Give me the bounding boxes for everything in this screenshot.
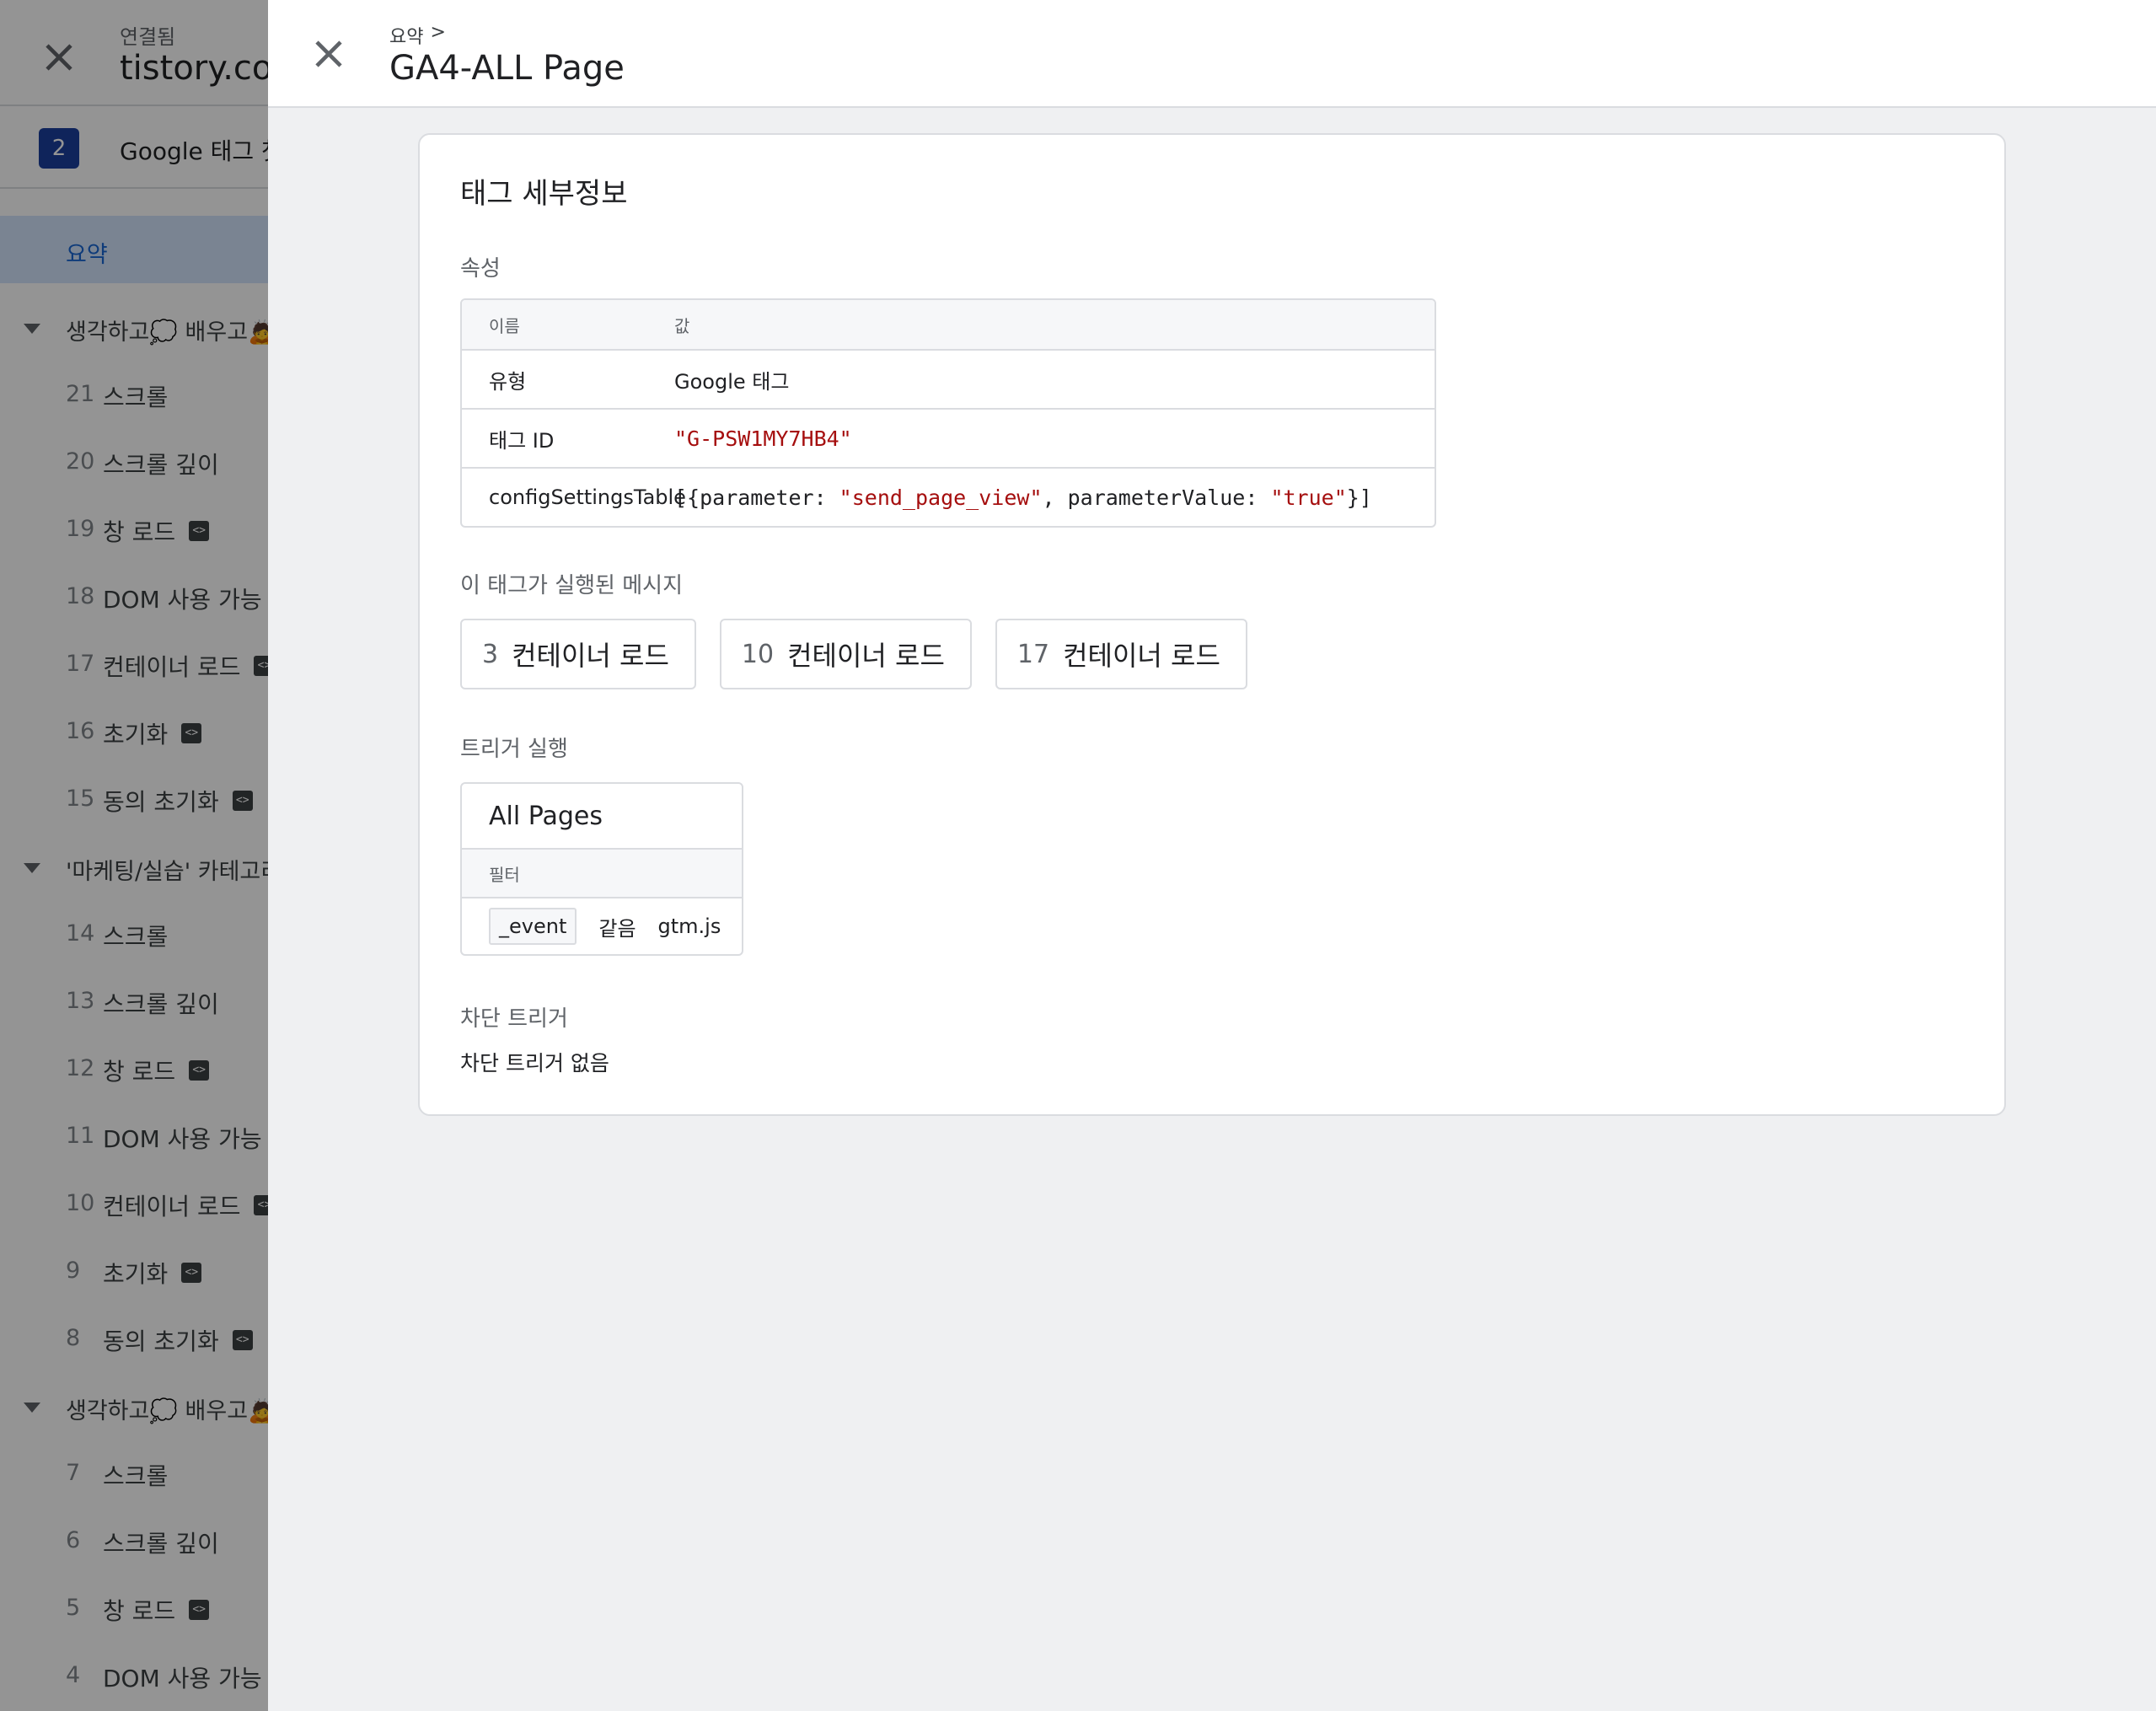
properties-label: 속성 [460, 256, 501, 282]
breadcrumb-summary-link[interactable]: 요약 [389, 22, 423, 49]
message-number: 17 [1016, 639, 1050, 669]
table-row: 유형 Google 태그 [462, 349, 1435, 408]
message-chip[interactable]: 10 컨테이너 로드 [719, 619, 972, 689]
trigger-card[interactable]: All Pages 필터 _event 같음 gtm.js [460, 782, 743, 956]
table-row: configSettingsTable [{parameter: "send_p… [462, 467, 1435, 526]
code-token: }] [1346, 485, 1372, 510]
breadcrumb-separator: > [430, 22, 446, 43]
filter-header: 필터 [462, 850, 742, 898]
tag-details-card: 태그 세부정보 속성 이름 값 유형 Google 태그 태그 ID "G-PS… [418, 133, 2006, 1116]
code-string: "true" [1270, 485, 1347, 510]
column-header-value: 값 [674, 315, 690, 336]
message-chip[interactable]: 17 컨테이너 로드 [995, 619, 1247, 689]
property-name: 유형 [489, 369, 527, 394]
page-title: GA4-ALL Page [389, 49, 625, 88]
firing-triggers-label: 트리거 실행 [460, 737, 568, 762]
column-header-name: 이름 [489, 315, 520, 336]
fired-messages-list: 3 컨테이너 로드 10 컨테이너 로드 17 컨테이너 로드 [460, 619, 1247, 689]
property-name: 태그 ID [489, 428, 555, 453]
property-value: Google 태그 [674, 369, 790, 394]
filter-operator: 같음 [598, 916, 636, 941]
modal-backdrop[interactable] [0, 0, 268, 1711]
table-header-row: 이름 값 [462, 300, 1435, 349]
filter-row: _event 같음 gtm.js [462, 898, 742, 954]
code-string: "send_page_view" [839, 485, 1043, 510]
property-name: configSettingsTable [489, 485, 686, 509]
table-row: 태그 ID "G-PSW1MY7HB4" [462, 408, 1435, 467]
fired-messages-label: 이 태그가 실행된 메시지 [460, 573, 683, 598]
property-value: "G-PSW1MY7HB4" [674, 426, 852, 451]
properties-table: 이름 값 유형 Google 태그 태그 ID "G-PSW1MY7HB4" c… [460, 298, 1436, 528]
message-name: 컨테이너 로드 [1063, 640, 1220, 672]
message-number: 10 [741, 639, 775, 669]
message-name: 컨테이너 로드 [512, 640, 669, 672]
code-token: , parameterValue: [1042, 485, 1271, 510]
code-token: [{parameter: [674, 485, 839, 510]
trigger-name: All Pages [462, 784, 742, 850]
message-number: 3 [482, 639, 499, 669]
close-icon[interactable] [305, 30, 352, 78]
tag-detail-panel: 요약 > GA4-ALL Page 태그 세부정보 속성 이름 값 유형 Goo… [268, 0, 2156, 1711]
card-title: 태그 세부정보 [460, 177, 628, 211]
left-panel: 연결됨 tistory.com 2 Google 태그 첫 요약 생각하고💭 배… [0, 0, 268, 1711]
message-name: 컨테이너 로드 [787, 640, 945, 672]
property-value: [{parameter: "send_page_view", parameter… [674, 485, 1435, 510]
filter-variable: _event [489, 908, 577, 945]
message-chip[interactable]: 3 컨테이너 로드 [460, 619, 696, 689]
blocking-triggers-label: 차단 트리거 [460, 1006, 568, 1032]
breadcrumb: 요약 > [389, 22, 446, 49]
detail-header: 요약 > GA4-ALL Page [268, 0, 2156, 108]
blocking-triggers-empty: 차단 트리거 없음 [460, 1051, 609, 1075]
filter-value: gtm.js [657, 914, 721, 938]
